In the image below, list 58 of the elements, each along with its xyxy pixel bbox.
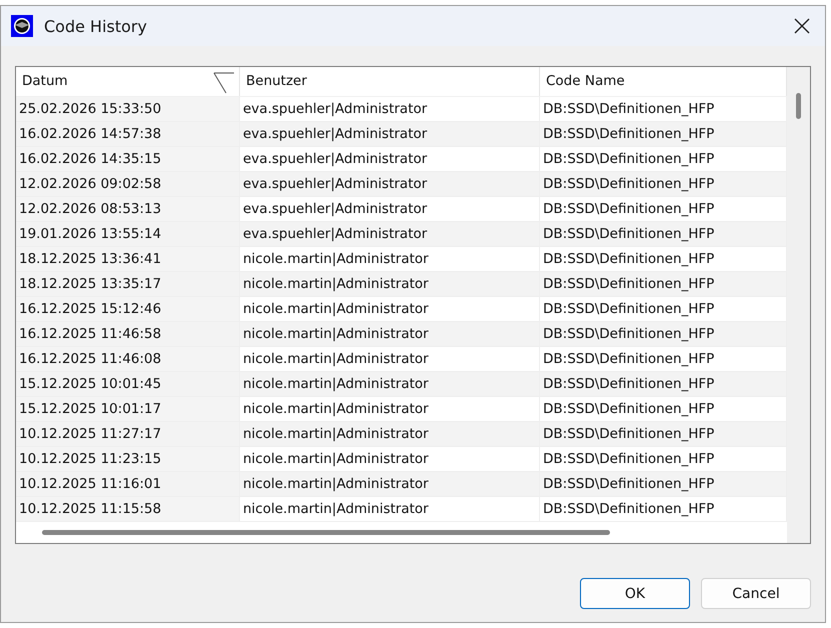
table-cell: DB:SSD\Definitionen_HFP <box>540 222 787 247</box>
table-cell: eva.spuehler|Administrator <box>240 96 540 122</box>
table-cell: 16.02.2026 14:57:38 <box>16 122 240 147</box>
table-cell: 12.02.2026 08:53:13 <box>16 196 240 222</box>
table-cell: DB:SSD\Definitionen_HFP <box>540 322 787 347</box>
table-cell: nicole.martin|Administrator <box>240 472 540 497</box>
table-cell: eva.spuehler|Administrator <box>240 122 540 147</box>
table-cell: nicole.martin|Administrator <box>240 322 540 347</box>
cancel-button[interactable]: Cancel <box>701 578 811 609</box>
table-cell: 12.02.2026 09:02:58 <box>16 172 240 197</box>
table-cell: 10.12.2025 11:27:17 <box>16 422 240 447</box>
table-cell: DB:SSD\Definitionen_HFP <box>540 122 787 147</box>
table-cell: DB:SSD\Definitionen_HFP <box>540 346 787 372</box>
table-cell: 15.12.2025 10:01:45 <box>16 372 240 397</box>
table-cell: eva.spuehler|Administrator <box>240 222 540 247</box>
table-cell: 10.12.2025 11:15:58 <box>16 496 240 522</box>
table-cell: 16.12.2025 11:46:58 <box>16 322 240 347</box>
table-cell: 18.12.2025 13:36:41 <box>16 246 240 272</box>
table-cell: eva.spuehler|Administrator <box>240 172 540 197</box>
table-cell: DB:SSD\Definitionen_HFP <box>540 472 787 497</box>
table-cell: nicole.martin|Administrator <box>240 272 540 297</box>
table-cell: nicole.martin|Administrator <box>240 422 540 447</box>
table-cell: DB:SSD\Definitionen_HFP <box>540 446 787 472</box>
scrollbar-thumb[interactable] <box>42 530 610 535</box>
table-cell: DB:SSD\Definitionen_HFP <box>540 146 787 172</box>
ok-button[interactable]: OK <box>580 578 690 609</box>
table-cell: DB:SSD\Definitionen_HFP <box>540 422 787 447</box>
table-cell: nicole.martin|Administrator <box>240 296 540 322</box>
table-cell: eva.spuehler|Administrator <box>240 146 540 172</box>
close-icon <box>794 18 810 34</box>
table-cell: DB:SSD\Definitionen_HFP <box>540 172 787 197</box>
table-cell: 15.12.2025 10:01:17 <box>16 396 240 422</box>
table-cell: nicole.martin|Administrator <box>240 346 540 372</box>
table-cell: 18.12.2025 13:35:17 <box>16 272 240 297</box>
table-cell: 16.02.2026 14:35:15 <box>16 146 240 172</box>
sort-icon <box>213 72 235 94</box>
window-title: Code History <box>44 16 148 36</box>
table-cell: nicole.martin|Administrator <box>240 496 540 522</box>
table-cell: DB:SSD\Definitionen_HFP <box>540 196 787 222</box>
table-cell: nicole.martin|Administrator <box>240 446 540 472</box>
table-cell: nicole.martin|Administrator <box>240 246 540 272</box>
table-cell: DB:SSD\Definitionen_HFP <box>540 296 787 322</box>
table-cell: DB:SSD\Definitionen_HFP <box>540 96 787 122</box>
table-cell: 19.01.2026 13:55:14 <box>16 222 240 247</box>
table-cell: 16.12.2025 11:46:08 <box>16 346 240 372</box>
table-cell: nicole.martin|Administrator <box>240 396 540 422</box>
table-cell: nicole.martin|Administrator <box>240 372 540 397</box>
table-cell: 16.12.2025 15:12:46 <box>16 296 240 322</box>
table-cell: 10.12.2025 11:23:15 <box>16 446 240 472</box>
table-cell: 10.12.2025 11:16:01 <box>16 472 240 497</box>
table-cell: eva.spuehler|Administrator <box>240 196 540 222</box>
table-cell: DB:SSD\Definitionen_HFP <box>540 272 787 297</box>
table-cell: DB:SSD\Definitionen_HFP <box>540 372 787 397</box>
table-cell: DB:SSD\Definitionen_HFP <box>540 246 787 272</box>
table-cell: DB:SSD\Definitionen_HFP <box>540 396 787 422</box>
table-cell: DB:SSD\Definitionen_HFP <box>540 496 787 522</box>
table-cell: 25.02.2026 15:33:50 <box>16 96 240 122</box>
scrollbar-thumb[interactable] <box>796 93 801 119</box>
